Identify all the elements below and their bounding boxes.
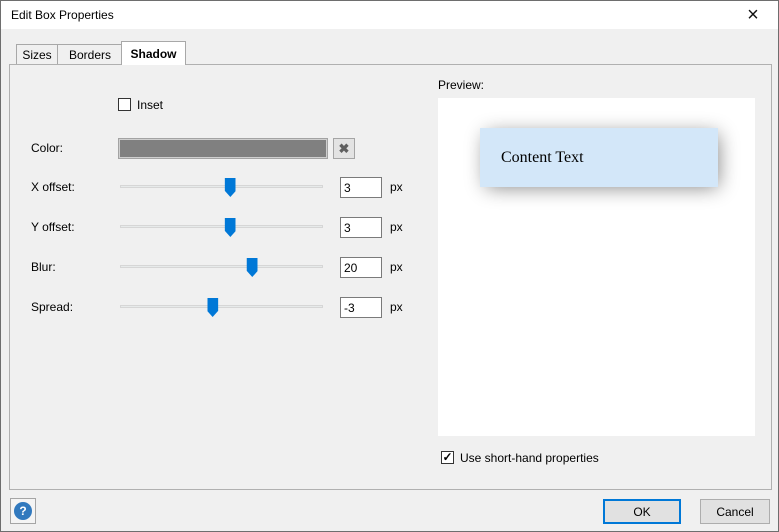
edit-box-properties-dialog: Edit Box Properties × Sizes Borders Shad… xyxy=(0,0,779,532)
help-button[interactable]: ? xyxy=(10,498,36,524)
preview-content-text: Content Text xyxy=(480,149,584,167)
dialog-title: Edit Box Properties xyxy=(11,8,114,22)
tab-sizes[interactable]: Sizes xyxy=(16,44,58,65)
ok-button[interactable]: OK xyxy=(603,499,681,524)
tab-shadow[interactable]: Shadow xyxy=(121,41,186,65)
close-icon[interactable]: × xyxy=(734,1,772,29)
help-icon: ? xyxy=(14,502,32,520)
preview-shadow-box: Content Text xyxy=(480,128,718,187)
tab-borders[interactable]: Borders xyxy=(57,44,123,65)
titlebar: Edit Box Properties × xyxy=(1,1,778,29)
preview-area: Content Text xyxy=(438,98,755,436)
cancel-button[interactable]: Cancel xyxy=(700,499,770,524)
